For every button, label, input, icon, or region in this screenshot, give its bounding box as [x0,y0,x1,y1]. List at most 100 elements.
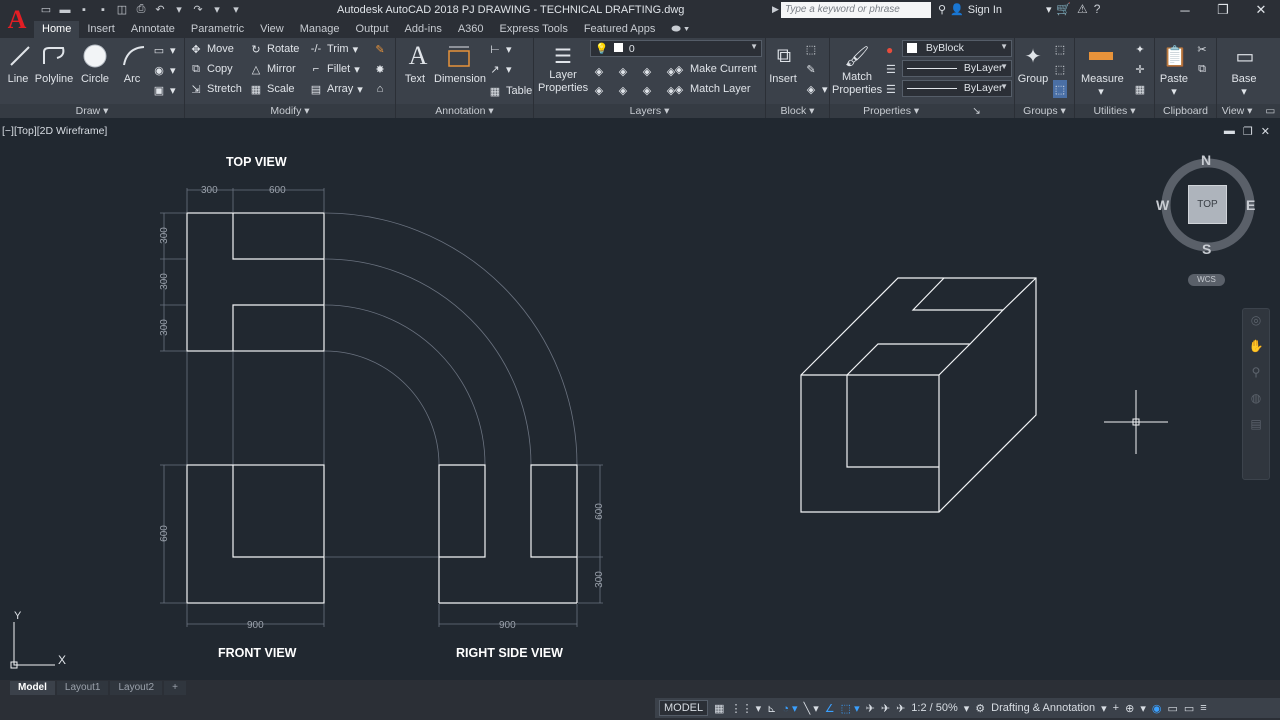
match-properties-tool[interactable]: 🖌 Match Properties [832,41,882,97]
hatch-tool[interactable]: ◉ ▾ [152,61,175,79]
groups-panel-title[interactable]: Groups ▾ [1015,104,1074,118]
layers-panel-title[interactable]: Layers ▾ [534,104,765,118]
group-tool[interactable]: ✦ Group [1017,41,1049,86]
make-current-tool[interactable]: ◈ Make Current [672,60,757,78]
tab-featured-apps[interactable]: Featured Apps [576,21,664,38]
base-tool[interactable]: ▭ View Base ▾ [1229,41,1259,99]
save-icon[interactable]: ▪ [76,2,92,17]
tab-view[interactable]: View [252,21,292,38]
close-icon[interactable]: ✕ [1242,0,1280,20]
showmotion-icon[interactable]: ▤ [1243,417,1269,439]
tab-manage[interactable]: Manage [292,21,348,38]
layout-tab-layout2[interactable]: Layout2 [110,681,163,695]
isodraft-icon[interactable]: ╲ ▾ [804,702,819,715]
scale-dd-icon[interactable]: ▾ [964,702,970,715]
polar-icon[interactable]: ◔ ▾ [782,702,797,715]
workspace-switch[interactable]: Drafting & Annotation [991,702,1095,714]
tab-annotate[interactable]: Annotate [123,21,183,38]
layout-tab-layout1[interactable]: Layout1 [56,681,109,695]
dimension-tool[interactable]: Dimension [434,41,486,85]
clipboard-panel-title[interactable]: Clipboard [1155,104,1216,118]
clean-screen-icon[interactable]: ▭ [1184,702,1194,715]
help-icon[interactable]: ? [1094,2,1101,16]
ribbon-toggle-icon[interactable]: ⬬ ▾ [663,21,697,38]
id-point-tool[interactable]: ✛ [1133,60,1147,78]
web-mobile-icon[interactable]: ◫ [114,2,130,17]
tab-a360[interactable]: A360 [450,21,492,38]
trim-tool[interactable]: -/- Trim ▾ [309,40,358,58]
lineweight-combo[interactable]: ByLayer ▼ [902,80,1012,97]
cut-tool[interactable]: ✂ [1195,40,1209,58]
table-tool[interactable]: ▦ Table [488,82,533,100]
print-icon[interactable]: ⎙ [133,2,149,17]
layer-isolate-icon[interactable]: ◈ [616,64,630,78]
minimize-icon[interactable]: ─ [1166,0,1204,20]
zoom-extents-icon[interactable]: ⚲ [1243,365,1269,387]
app-logo[interactable]: A [0,0,34,40]
boundary-tool[interactable]: ▣ ▾ [152,81,176,99]
snap-icon[interactable]: ⋮⋮ ▾ [731,702,762,715]
layer-previous-icon[interactable]: ◈ [616,83,630,97]
hardware-acceleration-icon[interactable]: ▭ [1167,702,1177,715]
annotation-autoscale-icon[interactable]: ✈ [881,702,890,715]
cart-icon[interactable]: 🛒 [1056,2,1071,16]
viewcube-top-face[interactable]: TOP [1188,185,1227,224]
search-input[interactable]: Type a keyword or phrase [781,2,931,18]
tab-output[interactable]: Output [348,21,397,38]
calculator-tool[interactable]: ▦ [1133,80,1147,98]
object-snap-tracking-icon[interactable]: ∠ [825,702,835,715]
annotation-scale-icon[interactable]: ✈ [896,702,905,715]
rectangle-tool[interactable]: ▭ ▾ [152,41,176,59]
measure-tool[interactable]: Measure ▾ [1081,41,1124,98]
annotation-panel-title[interactable]: Annotation ▾ [396,104,533,118]
drawing-canvas[interactable]: [−][Top][2D Wireframe] ▬ ❐ ✕ TOP VIEW FR… [0,120,1280,680]
polyline-tool[interactable]: Polyline [34,41,74,85]
linear-tool[interactable]: ↗ ▾ [488,60,511,78]
viewcube-west[interactable]: W [1156,197,1169,213]
wcs-menu[interactable]: WCS [1188,274,1225,286]
redo-icon[interactable]: ↷ [190,2,206,17]
tab-home[interactable]: Home [34,21,80,38]
tab-express-tools[interactable]: Express Tools [492,21,576,38]
text-tool[interactable]: A Text [402,41,428,85]
group-edit-tool[interactable]: ⬚ [1053,60,1067,78]
layer-off-icon[interactable]: ◈ [592,64,606,78]
layer-match-icon[interactable]: ◈ [592,83,606,97]
line-tool[interactable]: Line [4,41,32,85]
fillet-tool[interactable]: ⌐ Fillet ▾ [309,60,360,78]
ortho-icon[interactable]: ⊾ [767,702,776,715]
layer-combo[interactable]: 💡 0 ▼ [590,40,762,57]
open-icon[interactable]: ▬ [57,2,73,17]
sign-in-label[interactable]: Sign In [968,4,1002,16]
modify-panel-title[interactable]: Modify ▾ [185,104,395,118]
move-tool[interactable]: ✥ Move [189,40,234,58]
isolate-objects-icon[interactable]: ◉ [1152,702,1162,715]
redo-dropdown-icon[interactable]: ▾ [209,2,225,17]
quick-select-tool[interactable]: ✦ [1133,40,1147,58]
block-panel-title[interactable]: Block ▾ [766,104,829,118]
sign-in-dropdown-icon[interactable]: ▾ [1046,3,1052,16]
tab-parametric[interactable]: Parametric [183,21,252,38]
undo-icon[interactable]: ↶ [152,2,168,17]
insert-tool[interactable]: ⧉ Insert [768,41,798,86]
paste-tool[interactable]: 📋 Paste ▾ [1159,41,1189,99]
tab-insert[interactable]: Insert [79,21,123,38]
pan-icon[interactable]: ✋ [1243,339,1269,361]
quick-properties-icon[interactable]: ▾ [1140,702,1146,715]
viewcube-south[interactable]: S [1202,241,1211,257]
leader-tool[interactable]: ⊢ ▾ [488,40,511,58]
edit-block-tool[interactable]: ✎ [804,60,818,78]
grid-icon[interactable]: ▦ [714,702,724,715]
search-expand-icon[interactable]: ▶ [772,4,779,15]
array-tool[interactable]: ▤ Array ▾ [309,80,363,98]
new-icon[interactable]: ▭ [38,2,54,17]
group-select-tool[interactable]: ⬚ [1053,80,1067,98]
offset-tool[interactable]: ⌂ [373,80,387,98]
annotation-monitor-icon[interactable]: + [1113,702,1119,714]
orbit-icon[interactable]: ◍ [1243,391,1269,413]
qat-customize-icon[interactable]: ▾ [228,2,244,17]
scale-tool[interactable]: ▦ Scale [249,80,295,98]
annotation-scale-value[interactable]: 1:2 / 50% [911,702,957,714]
linetype-combo[interactable]: ByLayer ▼ [902,60,1012,77]
draw-panel-title[interactable]: Draw ▾ [0,104,184,118]
